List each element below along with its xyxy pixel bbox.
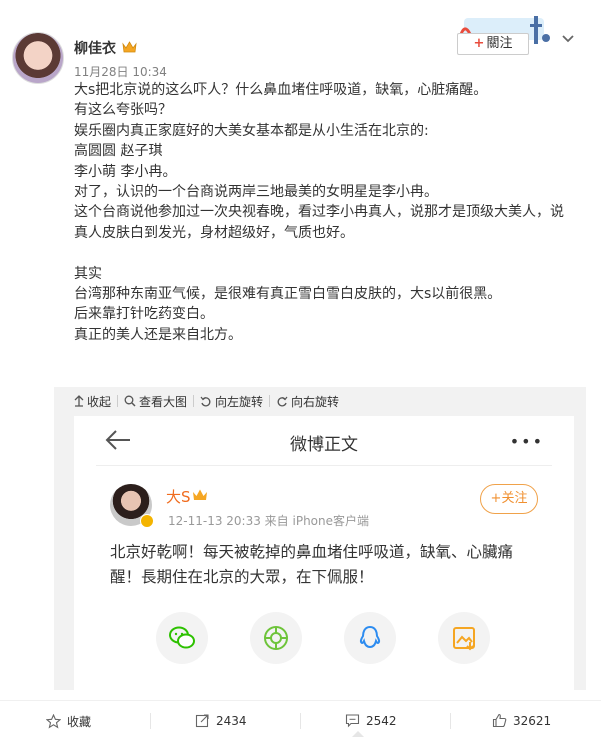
rotate-left-icon bbox=[200, 396, 211, 407]
embedded-text-line: 北京好乾啊！每天被乾掉的鼻血堵住呼吸道，缺氧、心臟痛 bbox=[110, 543, 514, 561]
divider bbox=[193, 395, 195, 407]
comment-caret bbox=[352, 731, 364, 737]
plus-icon: + bbox=[473, 36, 485, 51]
crown-icon bbox=[193, 489, 207, 500]
qq-share bbox=[344, 612, 396, 664]
post-time[interactable]: 11月28日 10:34 bbox=[74, 63, 167, 80]
thumbs-up-icon bbox=[492, 713, 507, 728]
view-large-label: 查看大图 bbox=[139, 394, 188, 409]
like-button[interactable]: 32621 bbox=[492, 713, 551, 728]
favorite-label: 收藏 bbox=[67, 715, 92, 729]
author-avatar[interactable] bbox=[12, 32, 64, 84]
divider bbox=[150, 713, 151, 729]
content-line: 真人皮肤白到发光，身材超级好，气质也好。 bbox=[74, 224, 354, 241]
embedded-screenshot[interactable]: 微博正文 ••• 大S 12-11-13 20:33 来自 iPhone客户端 … bbox=[74, 416, 574, 692]
like-count: 32621 bbox=[513, 713, 552, 728]
content-line: 大s把北京说的这么吓人？什么鼻血堵住呼吸道，缺氧，心脏痛醒。 bbox=[74, 82, 488, 98]
phone-nav-bar: 微博正文 ••• bbox=[96, 416, 552, 466]
rotate-right-icon bbox=[277, 396, 288, 407]
divider bbox=[269, 395, 271, 407]
comment-button[interactable]: 2542 bbox=[345, 713, 397, 728]
collapse-icon bbox=[74, 395, 84, 407]
album-share bbox=[438, 612, 490, 664]
content-line: 有这么夸张吗？ bbox=[74, 102, 172, 119]
star-icon bbox=[46, 714, 61, 729]
divider bbox=[450, 713, 451, 729]
embedded-text: 北京好乾啊！每天被乾掉的鼻血堵住呼吸道，缺氧、心臟痛 醒！長期住在北京的大眾，在… bbox=[110, 540, 530, 590]
weibo-post-card: 柳佳衣 11月28日 10:34 + 關注 大s把北京说的这么吓人？什么鼻血堵住呼… bbox=[0, 0, 601, 743]
comment-icon bbox=[345, 714, 360, 728]
content-line: 真正的美人还是来自北方。 bbox=[74, 326, 242, 343]
rotate-left-button[interactable]: 向左旋转 bbox=[200, 393, 263, 410]
content-line: 后来靠打针吃药变白。 bbox=[74, 306, 214, 323]
content-line: 对了，认识的一个台商说两岸三地最美的女明星是李小冉。 bbox=[74, 184, 438, 201]
content-line: 其实 bbox=[74, 265, 102, 282]
wechat-share bbox=[156, 612, 208, 664]
media-toolbar: 收起 查看大图 向左旋转 向右旋转 bbox=[74, 392, 345, 410]
content-line: 台湾那种东南亚气候，是很难有真正雪白雪白皮肤的，大s以前很黑。 bbox=[74, 286, 502, 303]
view-large-button[interactable]: 查看大图 bbox=[124, 393, 187, 410]
repost-button[interactable]: 2434 bbox=[195, 713, 247, 728]
rotate-left-label: 向左旋转 bbox=[215, 394, 264, 409]
chevron-down-icon[interactable] bbox=[560, 30, 576, 46]
collapse-label: 收起 bbox=[87, 394, 112, 409]
action-bar: 收藏 2434 2542 32621 bbox=[0, 700, 601, 743]
embedded-text-line: 醒！長期住在北京的大眾，在下佩服！ bbox=[110, 568, 374, 586]
content-line: 娱乐圈内真正家庭好的大美女基本都是从小生活在北京的: bbox=[74, 122, 429, 139]
content-line: 高圆圆 赵子琪 bbox=[74, 143, 163, 160]
magnifier-icon bbox=[124, 395, 136, 407]
embedded-author-name: 大S bbox=[166, 488, 191, 506]
rotate-right-label: 向右旋转 bbox=[291, 394, 340, 409]
content-line: 这个台商说他参加过一次央视春晚，看过李小冉真人，说那才是顶级大美人，说 bbox=[74, 204, 564, 221]
content-line bbox=[74, 243, 574, 263]
follow-button[interactable]: + 關注 bbox=[457, 33, 529, 55]
phone-nav-title: 微博正文 bbox=[290, 435, 358, 455]
verified-badge-icon bbox=[140, 514, 154, 528]
follow-label: 關注 bbox=[486, 36, 513, 51]
qq-icon bbox=[359, 625, 381, 649]
vip-badge-icon bbox=[122, 41, 137, 53]
embedded-time-source: 12-11-13 20:33 来自 iPhone客户端 bbox=[168, 514, 370, 528]
divider bbox=[117, 395, 119, 407]
moments-share bbox=[250, 612, 302, 664]
embedded-follow-button: +关注 bbox=[480, 484, 538, 514]
author-name[interactable]: 柳佳衣 bbox=[74, 38, 116, 58]
divider bbox=[300, 713, 301, 729]
rotate-right-button[interactable]: 向右旋转 bbox=[276, 393, 339, 410]
post-content: 大s把北京说的这么吓人？什么鼻血堵住呼吸道，缺氧，心脏痛醒。 有这么夸张吗？ 娱… bbox=[74, 80, 574, 345]
comment-count: 2542 bbox=[366, 713, 397, 728]
repost-icon bbox=[195, 714, 209, 728]
more-dots-icon: ••• bbox=[509, 432, 544, 451]
wechat-icon bbox=[169, 626, 195, 649]
favorite-button[interactable]: 收藏 bbox=[46, 713, 91, 730]
moments-icon bbox=[264, 626, 288, 650]
repost-count: 2434 bbox=[216, 713, 247, 728]
album-icon bbox=[453, 627, 475, 651]
collapse-button[interactable]: 收起 bbox=[74, 393, 111, 410]
content-line: 李小萌 李小冉。 bbox=[74, 163, 177, 180]
